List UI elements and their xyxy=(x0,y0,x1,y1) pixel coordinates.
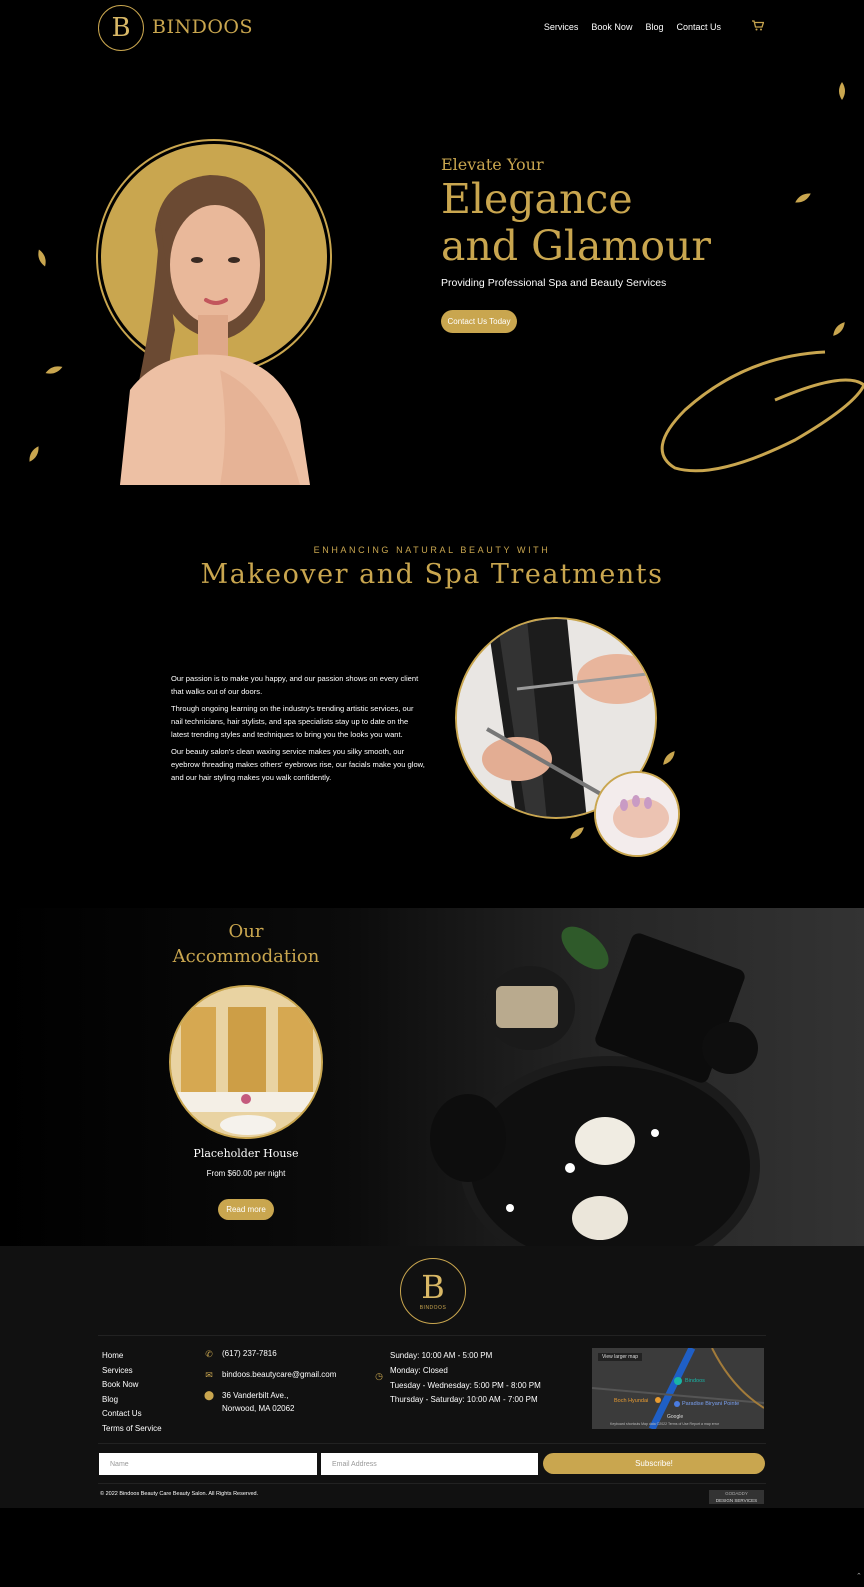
address-text: 36 Vanderbilt Ave., Norwood, MA 02062 xyxy=(222,1390,295,1415)
footer-phone: ✆ (617) 237-7816 xyxy=(204,1349,277,1360)
accommodation-item-price: From $60.00 per night xyxy=(206,1169,286,1178)
makeover-title: Makeover and Spa Treatments xyxy=(200,559,664,590)
accommodation-title: Our Accommodation xyxy=(166,919,326,969)
footer-links: Home Services Book Now Blog Contact Us T… xyxy=(102,1349,162,1437)
phone-icon: ✆ xyxy=(205,1349,213,1359)
accommodation-item-name[interactable]: Placeholder House xyxy=(166,1147,326,1160)
makeover-paragraph: Our beauty salon's clean waxing service … xyxy=(171,747,425,782)
footer-link-home[interactable]: Home xyxy=(102,1349,162,1364)
leaf-icon xyxy=(833,322,845,336)
footer-logo-text: BINDOOS xyxy=(419,1305,447,1311)
email-text[interactable]: bindoos.beautycare@gmail.com xyxy=(222,1370,336,1381)
accommodation-title-line2: Accommodation xyxy=(172,946,320,967)
footer-email: ✉ bindoos.beautycare@gmail.com xyxy=(204,1370,336,1381)
map-label-hyundai: Boch Hyundai xyxy=(614,1398,649,1404)
hours-row: Sunday: 10:00 AM - 5:00 PM xyxy=(390,1351,493,1360)
leaf-icon xyxy=(663,751,675,765)
scroll-to-top-icon[interactable]: ⌃ xyxy=(856,1572,862,1580)
email-input[interactable]: Email Address xyxy=(321,1453,538,1475)
hours-row: Tuesday - Wednesday: 5:00 PM - 8:00 PM xyxy=(390,1380,541,1390)
footer-address: ⬤ 36 Vanderbilt Ave., Norwood, MA 02062 xyxy=(204,1390,295,1415)
logo[interactable]: B xyxy=(98,5,144,51)
clock-icon: ◷ xyxy=(375,1371,383,1381)
hours-row: Thursday - Saturday: 10:00 AM - 7:00 PM xyxy=(390,1395,538,1405)
hero-title-line1: Elegance xyxy=(441,175,633,223)
map-label-bindoos: Bindoos xyxy=(685,1378,705,1384)
address-line1: 36 Vanderbilt Ave., xyxy=(222,1391,289,1400)
footer-link-book-now[interactable]: Book Now xyxy=(102,1378,162,1393)
badge-line2: DESIGN SERVICES xyxy=(715,1498,758,1503)
leaf-icon xyxy=(38,249,46,267)
leaf-icon xyxy=(570,827,584,839)
hero-eyebrow: Elevate Your xyxy=(441,155,544,174)
location-map[interactable]: View larger map Bindoos Boch Hyundai Par… xyxy=(592,1348,764,1429)
leaf-icon xyxy=(29,446,39,462)
logo-monogram: B xyxy=(111,13,131,43)
badge-line1: GODADDY xyxy=(725,1491,748,1496)
phone-text[interactable]: (617) 237-7816 xyxy=(222,1349,277,1360)
footer-divider xyxy=(98,1335,766,1336)
footer-logo-monogram: B xyxy=(421,1268,445,1306)
makeover-eyebrow: ENHANCING NATURAL BEAUTY WITH xyxy=(313,545,551,555)
nav-contact-us[interactable]: Contact Us xyxy=(676,22,721,32)
hero-subtitle: Providing Professional Spa and Beauty Se… xyxy=(441,277,667,289)
accommodation-background xyxy=(0,908,864,1246)
leaf-icon xyxy=(839,82,845,100)
makeover-text: Our passion is to make you happy, and ou… xyxy=(171,672,427,788)
leaf-icon xyxy=(795,193,811,203)
cart-icon[interactable] xyxy=(752,20,765,34)
business-hours: Sunday: 10:00 AM - 5:00 PM Monday: Close… xyxy=(390,1349,541,1408)
decorative-swirl xyxy=(660,350,864,473)
copyright-text: © 2022 Bindoos Beauty Care Beauty Salon.… xyxy=(100,1491,259,1497)
map-label-google: Google xyxy=(667,1414,684,1420)
contact-us-today-button[interactable]: Contact Us Today xyxy=(441,310,517,333)
makeover-paragraph: Our passion is to make you happy, and ou… xyxy=(171,674,419,696)
main-nav: Services Book Now Blog Contact Us xyxy=(544,22,721,32)
hero-model-image xyxy=(100,160,310,485)
manicure-image xyxy=(594,771,680,857)
map-label-paradise: Paradise Biryani Pointe xyxy=(682,1401,740,1407)
mail-icon: ✉ xyxy=(205,1370,213,1380)
footer-link-contact-us[interactable]: Contact Us xyxy=(102,1407,162,1422)
footer-divider xyxy=(98,1483,766,1484)
footer-logo[interactable]: B BINDOOS xyxy=(400,1258,466,1324)
logo-text[interactable]: BINDOOS xyxy=(152,16,253,38)
hours-row: Monday: Closed xyxy=(390,1365,448,1375)
page-bottom xyxy=(0,1508,864,1587)
makeover-paragraph: Through ongoing learning on the industry… xyxy=(171,704,414,739)
accommodation-image[interactable] xyxy=(169,985,323,1139)
footer-link-terms[interactable]: Terms of Service xyxy=(102,1422,162,1437)
footer-divider xyxy=(98,1443,766,1444)
map-pin-icon: ⬤ xyxy=(204,1390,215,1400)
view-larger-map-link[interactable]: View larger map xyxy=(598,1353,643,1361)
nav-book-now[interactable]: Book Now xyxy=(591,22,632,32)
accommodation-title-line1: Our xyxy=(228,921,264,942)
address-line2: Norwood, MA 02062 xyxy=(222,1403,295,1413)
subscribe-button[interactable]: Subscribe! xyxy=(543,1453,765,1474)
hero-title-line2: and Glamour xyxy=(441,222,712,270)
map-terms[interactable]: Keyboard shortcuts Map data ©2022 Terms … xyxy=(610,1422,719,1426)
footer-link-blog[interactable]: Blog xyxy=(102,1393,162,1408)
footer-link-services[interactable]: Services xyxy=(102,1364,162,1379)
read-more-button[interactable]: Read more xyxy=(218,1199,274,1220)
leaf-icon xyxy=(45,366,63,374)
name-input[interactable]: Name xyxy=(99,1453,317,1475)
nav-services[interactable]: Services xyxy=(544,22,579,32)
site-header: B BINDOOS Services Book Now Blog Contact… xyxy=(0,0,864,56)
godaddy-badge[interactable]: GODADDY DESIGN SERVICES xyxy=(709,1490,764,1504)
hero-title: Elegance and Glamour xyxy=(441,176,711,270)
nav-blog[interactable]: Blog xyxy=(645,22,663,32)
